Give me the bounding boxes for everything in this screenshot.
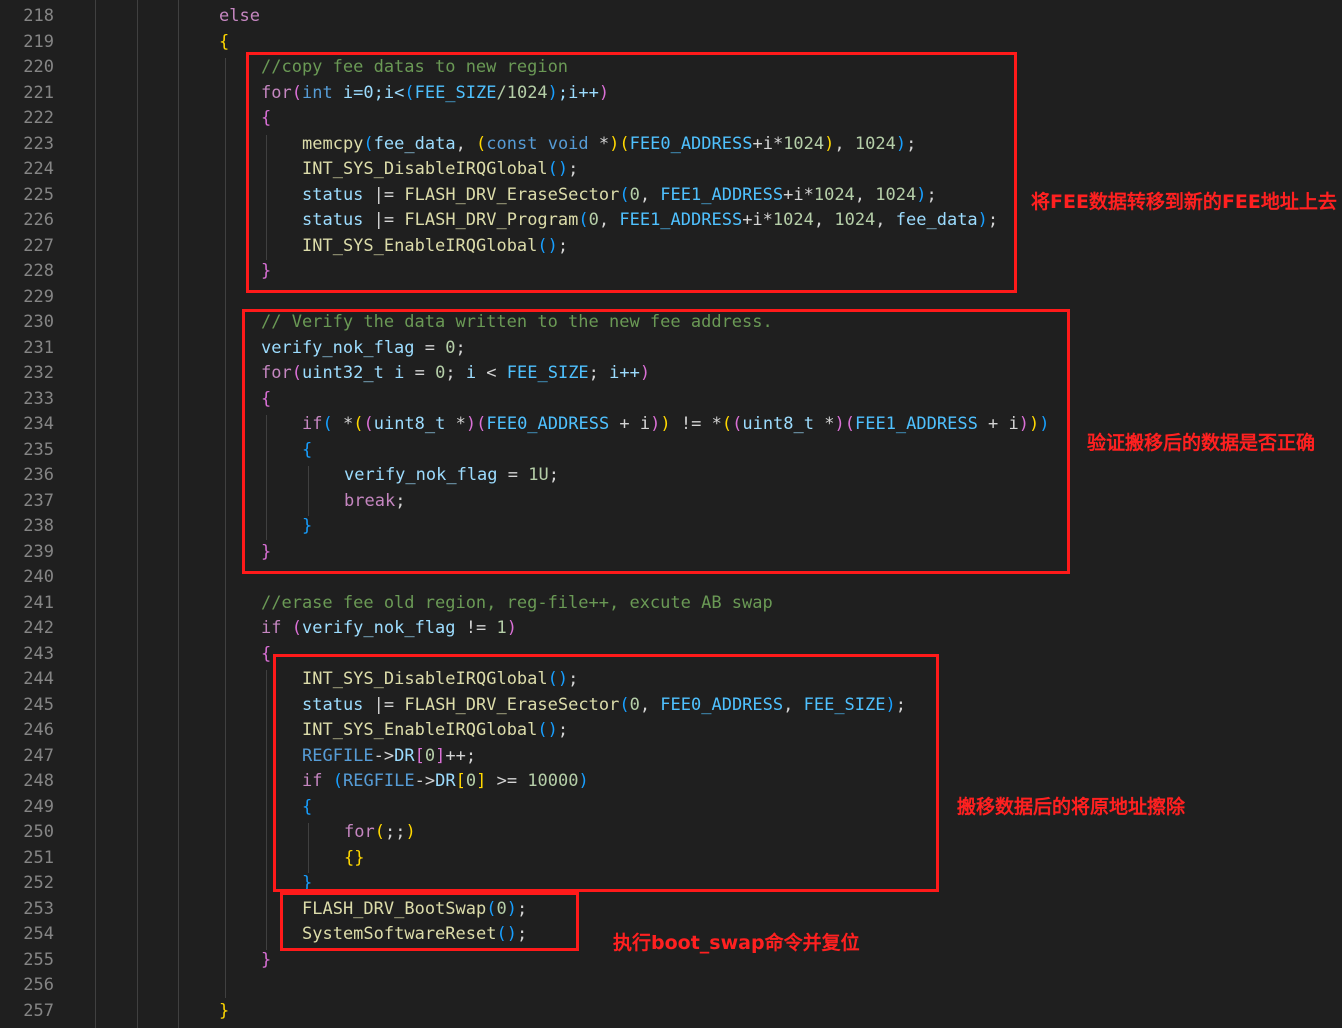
var-verify-nok-flag: verify_nok_flag [301,618,456,638]
line-number: 248 [23,771,54,791]
code-line-243: { [261,642,271,668]
line-number: 238 [23,516,54,536]
line-number: 256 [23,975,54,995]
line-number: 232 [23,363,54,383]
line-number: 245 [23,694,54,715]
code-editor[interactable]: 218 219 220 221 222 223 224 225 226 227 228 229 230 2… [0,0,1342,1028]
line-number: 237 [23,490,54,511]
annotation-erase: 搬移数据后的将原地址擦除 [957,796,1186,818]
line-number: 239 [23,541,54,562]
code-line-241: //erase fee old region, reg-file++, excu… [261,591,773,617]
highlight-box-swap [280,892,579,951]
highlight-box-verify [242,309,1070,574]
code-line-242: if (verify_nok_flag != 1) [261,616,517,642]
number: 1 [496,618,507,638]
line-number: 247 [23,745,54,766]
code-line-219: { [219,30,229,56]
comment-erase: //erase fee old region, reg-file++, excu… [261,592,773,613]
brace-open: { [261,643,272,664]
line-number: 241 [23,592,54,613]
line-number: 225 [23,184,54,205]
line-number: 227 [23,235,54,256]
code-line-255: } [261,948,271,974]
line-number: 257 [23,1000,54,1021]
line-number: 243 [23,643,54,664]
line-number: 222 [23,108,54,128]
line-number: 255 [23,949,54,970]
line-number: 230 [23,312,54,332]
brace-open: { [219,31,230,52]
line-number: 221 [23,82,54,103]
line-number: 235 [23,439,54,460]
annotation-copy: 将FEE数据转移到新的FEE地址上去 [1031,191,1337,213]
line-number: 240 [23,567,54,587]
indent-guide [178,0,179,1028]
line-number: 246 [23,720,54,740]
highlight-box-erase [273,654,939,892]
line-number: 249 [23,796,54,817]
line-number: 224 [23,159,54,179]
paren: ) [506,618,517,638]
line-number: 254 [23,924,54,944]
highlight-box-copy [246,52,1017,293]
line-number: 234 [23,414,54,434]
line-number: 244 [23,669,54,689]
line-number: 242 [23,618,54,638]
line-number: 251 [23,847,54,868]
code-line-257: } [219,999,229,1025]
line-number: 219 [23,31,54,52]
annotation-verify: 验证搬移后的数据是否正确 [1087,432,1316,454]
indent-guide [95,0,96,1028]
line-number: 236 [23,465,54,485]
line-number-gutter: 218 219 220 221 222 223 224 225 226 227 228 229 230 2… [0,4,80,1024]
brace-close: } [261,949,272,970]
indent-guide [225,58,226,998]
line-number: 226 [23,210,54,230]
line-number: 223 [23,133,54,154]
line-number: 250 [23,822,54,842]
line-number: 228 [23,261,54,281]
keyword-else: else [219,6,260,26]
keyword-if: if [261,618,282,638]
line-number: 233 [23,388,54,409]
line-number: 220 [23,57,54,77]
line-number: 253 [23,898,54,919]
annotation-swap: 执行boot_swap命令并复位 [613,932,860,954]
paren: ( [291,618,302,638]
line-number: 218 [23,6,54,26]
indent-guide [137,0,138,1028]
operator: != [455,618,497,638]
code-line-218: else [219,4,260,30]
line-number: 231 [23,337,54,358]
brace-close: } [219,1000,230,1021]
line-number: 252 [23,873,54,893]
indent-guide [266,670,267,950]
line-number: 229 [23,286,54,307]
